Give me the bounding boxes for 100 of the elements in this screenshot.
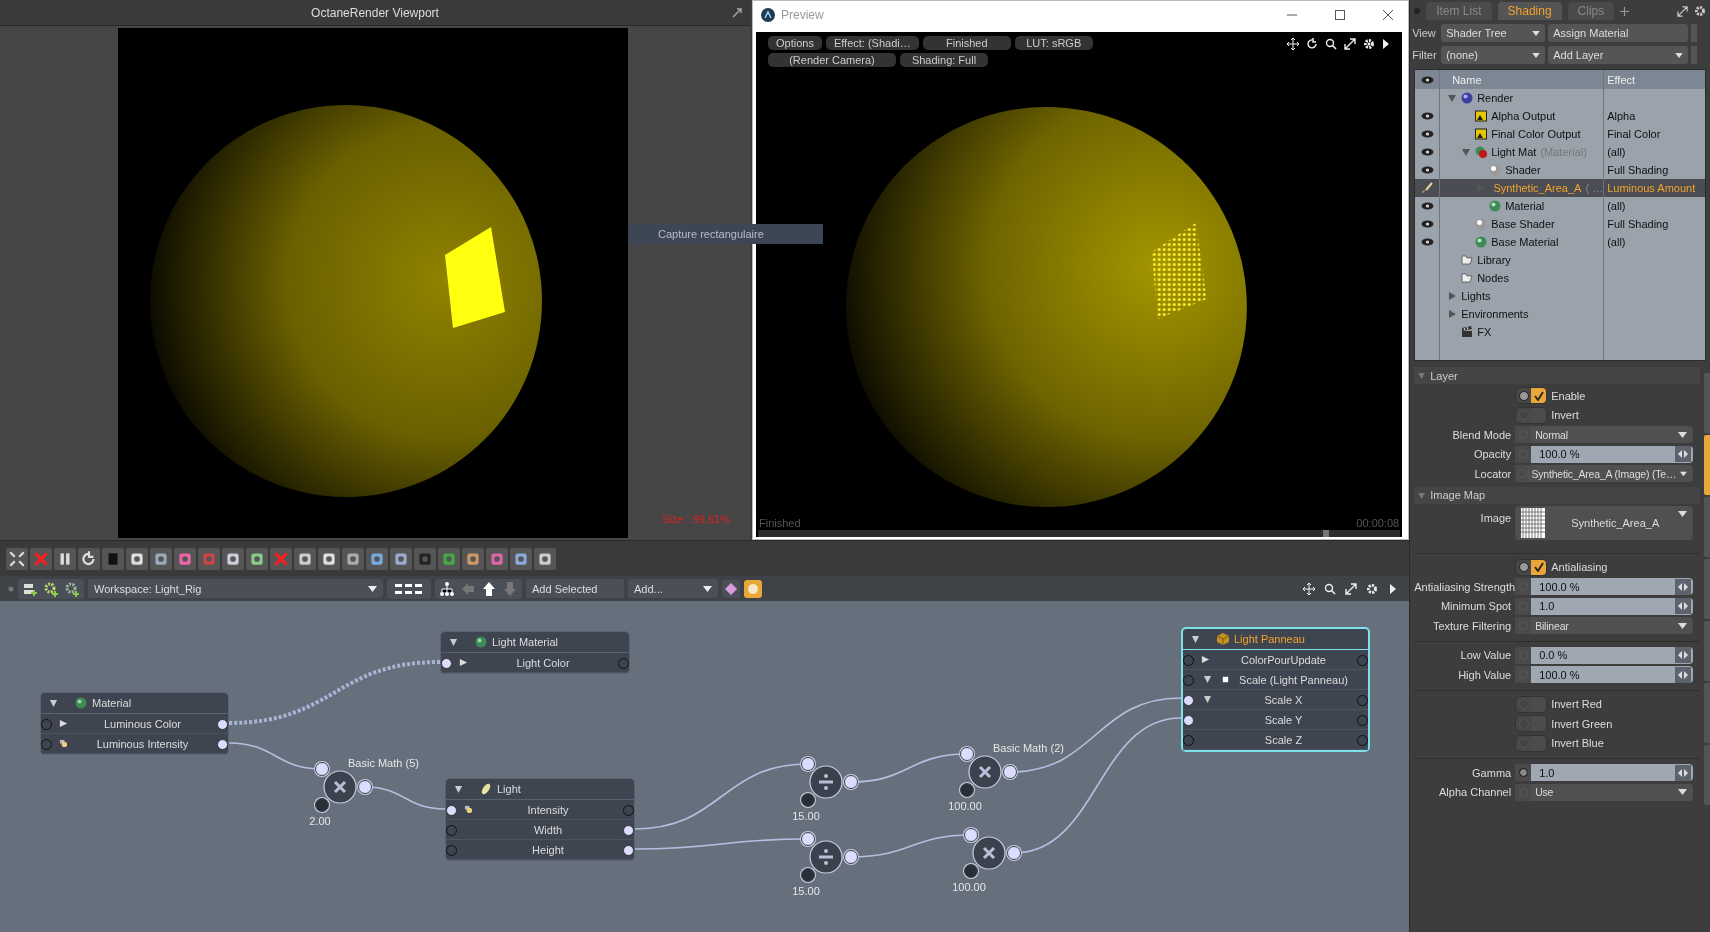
render-tool-icon[interactable] bbox=[126, 547, 148, 570]
stepper-arrows-icon[interactable] bbox=[1675, 666, 1692, 683]
eye-icon[interactable] bbox=[1420, 220, 1434, 228]
filter-dropdown[interactable]: (none) bbox=[1441, 46, 1546, 64]
input-port[interactable] bbox=[801, 757, 815, 771]
multiply-node-icon[interactable] bbox=[968, 755, 1002, 789]
dropdown[interactable]: Synthetic_Area_A (Image) (Te… bbox=[1515, 465, 1694, 483]
preview-option-button[interactable]: LUT: sRGB bbox=[1014, 36, 1093, 50]
render-tool-icon[interactable] bbox=[318, 547, 340, 570]
input-port[interactable] bbox=[41, 719, 52, 730]
divide-node-icon[interactable] bbox=[809, 840, 843, 874]
node-card[interactable]: Light Intensity Width Height bbox=[445, 778, 635, 861]
collapsed-triangle-icon[interactable] bbox=[1448, 292, 1457, 300]
tree-row[interactable]: FX bbox=[1415, 323, 1705, 341]
move-icon[interactable] bbox=[1287, 38, 1300, 50]
render-tool-icon[interactable] bbox=[294, 547, 316, 570]
tree-row[interactable]: Environments bbox=[1415, 305, 1705, 323]
stepper-arrows-icon[interactable] bbox=[1675, 446, 1692, 463]
input-port[interactable] bbox=[441, 658, 452, 669]
preview-option-button[interactable]: Shading: Full bbox=[900, 53, 988, 67]
input-port[interactable] bbox=[964, 864, 978, 878]
input-port[interactable] bbox=[315, 762, 329, 776]
render-tool-icon[interactable] bbox=[366, 547, 388, 570]
tree-row[interactable]: Material (all) bbox=[1415, 197, 1705, 215]
output-port[interactable] bbox=[1003, 765, 1017, 779]
collapse-triangle-icon[interactable] bbox=[1203, 695, 1212, 704]
input-port[interactable] bbox=[801, 868, 815, 882]
input-port[interactable] bbox=[801, 793, 815, 807]
stepper-arrows-icon[interactable] bbox=[1675, 598, 1692, 615]
output-port[interactable] bbox=[358, 780, 372, 794]
eye-icon[interactable] bbox=[1420, 166, 1434, 174]
section-header[interactable]: Image Map bbox=[1414, 486, 1700, 504]
output-port[interactable] bbox=[623, 845, 634, 856]
brush-icon[interactable] bbox=[1421, 182, 1434, 194]
collapse-triangle-icon[interactable] bbox=[449, 637, 458, 647]
checkbox[interactable] bbox=[1515, 558, 1548, 576]
dot-icon[interactable] bbox=[1414, 8, 1421, 14]
render-tool-icon[interactable] bbox=[486, 547, 508, 570]
tree-row[interactable]: Render bbox=[1415, 89, 1705, 107]
number-field[interactable]: 1.0 bbox=[1515, 764, 1694, 782]
preview-option-button[interactable]: Options bbox=[768, 36, 822, 50]
render-tool-icon[interactable] bbox=[510, 547, 532, 570]
render-tool-icon[interactable] bbox=[438, 547, 460, 570]
output-port[interactable] bbox=[217, 739, 228, 750]
output-port[interactable] bbox=[623, 825, 634, 836]
tree-row[interactable]: Lights bbox=[1415, 287, 1705, 305]
divide-node-icon[interactable] bbox=[809, 765, 843, 799]
render-tool-icon[interactable] bbox=[150, 547, 172, 570]
image-picker[interactable]: Synthetic_Area_A bbox=[1515, 505, 1694, 540]
preview-option-button[interactable]: Effect: (Shadi… bbox=[825, 36, 919, 50]
output-port[interactable] bbox=[1007, 846, 1021, 860]
render-tool-icon[interactable] bbox=[390, 547, 412, 570]
number-field[interactable]: 0.0 % bbox=[1515, 646, 1694, 664]
add-tab-icon[interactable] bbox=[1620, 6, 1630, 16]
collapsed-triangle-icon[interactable] bbox=[1448, 310, 1457, 318]
tree-row[interactable]: Alpha Output Alpha bbox=[1415, 107, 1705, 125]
dropdown[interactable]: Use bbox=[1515, 783, 1694, 801]
tree-row[interactable]: Final Color Output Final Color bbox=[1415, 125, 1705, 143]
checkbox[interactable] bbox=[1515, 406, 1548, 424]
move-icon[interactable] bbox=[1303, 582, 1316, 595]
number-field[interactable]: 100.0 % bbox=[1515, 445, 1694, 463]
input-port[interactable] bbox=[1183, 675, 1194, 686]
add-layer-dropdown[interactable]: Add Layer bbox=[1548, 46, 1689, 64]
tree-row[interactable]: Nodes bbox=[1415, 269, 1705, 287]
eye-icon[interactable] bbox=[1420, 238, 1434, 246]
refresh-icon[interactable] bbox=[1306, 38, 1319, 50]
expanded-triangle-icon[interactable] bbox=[1462, 148, 1471, 156]
close-icon[interactable] bbox=[1382, 8, 1395, 21]
tree-row[interactable]: Synthetic_Area_A ( … Luminous Amount bbox=[1415, 179, 1705, 197]
output-port[interactable] bbox=[217, 719, 228, 730]
input-port[interactable] bbox=[315, 798, 329, 812]
input-port[interactable] bbox=[446, 805, 457, 816]
tree-row[interactable]: Base Material (all) bbox=[1415, 233, 1705, 251]
collapse-triangle-icon[interactable] bbox=[1191, 634, 1200, 644]
dot-icon[interactable] bbox=[8, 585, 14, 592]
collapse-triangle-icon[interactable] bbox=[49, 698, 58, 708]
expanded-triangle-icon[interactable] bbox=[1448, 94, 1457, 102]
stepper-arrows-icon[interactable] bbox=[1675, 647, 1692, 664]
collapse-triangle-icon[interactable] bbox=[454, 784, 463, 794]
preview-option-button[interactable]: (Render Camera) bbox=[768, 53, 896, 67]
eye-icon[interactable] bbox=[1420, 130, 1434, 138]
input-port[interactable] bbox=[1183, 655, 1194, 666]
expand-icon[interactable] bbox=[1677, 5, 1688, 17]
dropdown[interactable]: Bilinear bbox=[1515, 617, 1694, 635]
stepper-arrows-icon[interactable] bbox=[1675, 764, 1692, 781]
scroll-bar[interactable] bbox=[758, 530, 1401, 537]
input-port[interactable] bbox=[446, 825, 457, 836]
multiply-node-icon[interactable] bbox=[323, 770, 357, 804]
grid-layout-icon[interactable] bbox=[387, 578, 431, 599]
input-port[interactable] bbox=[960, 783, 974, 797]
eye-icon[interactable] bbox=[1420, 112, 1434, 120]
eye-icon[interactable] bbox=[1420, 148, 1434, 156]
search-icon[interactable] bbox=[1324, 582, 1337, 595]
output-port[interactable] bbox=[844, 850, 858, 864]
eye-icon[interactable] bbox=[1420, 75, 1434, 84]
render-tool-icon[interactable] bbox=[246, 547, 268, 570]
section-header[interactable]: Layer bbox=[1414, 367, 1700, 384]
fit-view-icon[interactable] bbox=[6, 547, 28, 570]
input-port[interactable] bbox=[801, 832, 815, 846]
node-card[interactable]: Light Panneau ColorPourUpdate Scale (Light Panneau) Scale X Scale Y Scale Z bbox=[1181, 627, 1370, 752]
